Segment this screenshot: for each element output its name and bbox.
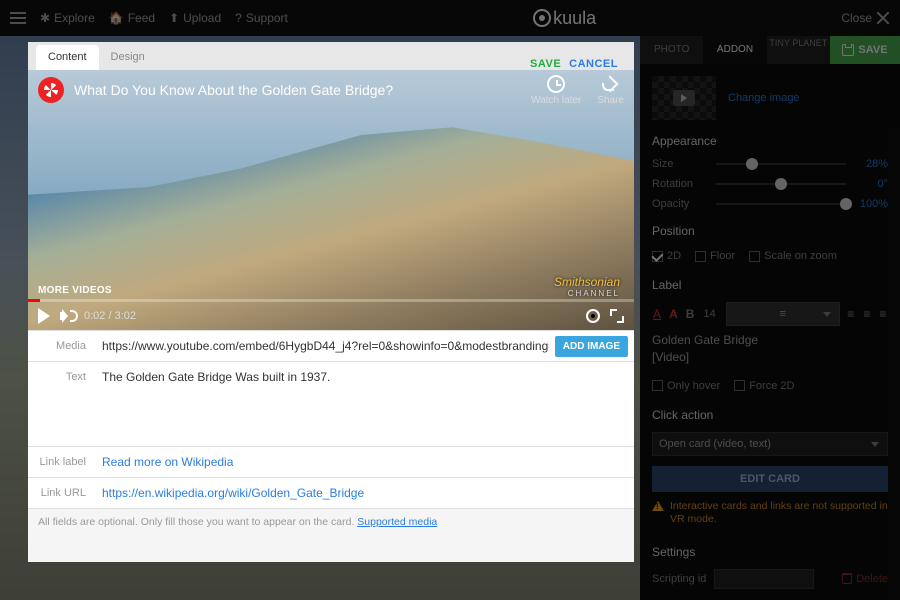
linklabel-label: Link label: [28, 448, 96, 476]
media-input[interactable]: [96, 331, 555, 361]
fullscreen-button[interactable]: [610, 309, 624, 323]
linklabel-input[interactable]: [96, 447, 634, 477]
video-player[interactable]: What Do You Know About the Golden Gate B…: [28, 70, 634, 330]
video-header-actions: Watch later Share: [531, 75, 624, 106]
more-videos-button[interactable]: MORE VIDEOS: [38, 285, 112, 296]
modal-tab-design[interactable]: Design: [99, 45, 157, 70]
modal-tab-content[interactable]: Content: [36, 45, 99, 70]
linkurl-input[interactable]: [96, 478, 634, 508]
modal-cancel-button[interactable]: CANCEL: [569, 58, 626, 70]
field-text: Text The Golden Gate Bridge Was built in…: [28, 361, 634, 446]
add-image-button[interactable]: ADD IMAGE: [555, 336, 628, 357]
watch-later-label: Watch later: [531, 95, 581, 106]
text-input[interactable]: The Golden Gate Bridge Was built in 1937…: [96, 362, 634, 446]
footer-text: All fields are optional. Only fill those…: [38, 516, 357, 528]
video-header: What Do You Know About the Golden Gate B…: [28, 70, 634, 110]
video-controls: 0:02 / 3:02: [28, 302, 634, 330]
share-label: Share: [597, 95, 624, 106]
video-title[interactable]: What Do You Know About the Golden Gate B…: [74, 82, 393, 98]
media-label: Media: [28, 332, 96, 360]
clock-icon: [547, 75, 565, 93]
video-time: 0:02 / 3:02: [84, 310, 136, 322]
channel-watermark: SmithsonianCHANNEL: [554, 275, 620, 298]
modal-footer: All fields are optional. Only fill those…: [28, 508, 634, 535]
text-label: Text: [28, 362, 96, 391]
linkurl-label: Link URL: [28, 479, 96, 507]
modal-tabs: Content Design SAVE CANCEL: [28, 42, 634, 70]
volume-button[interactable]: [60, 309, 74, 323]
video-settings-button[interactable]: [586, 309, 600, 323]
field-link-url: Link URL: [28, 477, 634, 508]
share-button[interactable]: Share: [597, 75, 624, 106]
supported-media-link[interactable]: Supported media: [357, 516, 437, 528]
play-button[interactable]: [38, 308, 50, 324]
modal-save-button[interactable]: SAVE: [522, 58, 569, 70]
field-media: Media ADD IMAGE: [28, 330, 634, 361]
channel-avatar-icon[interactable]: [38, 77, 64, 103]
share-icon: [602, 75, 620, 93]
edit-card-modal: Content Design SAVE CANCEL What Do You K…: [28, 42, 634, 562]
field-link-label: Link label: [28, 446, 634, 477]
watch-later-button[interactable]: Watch later: [531, 75, 581, 106]
